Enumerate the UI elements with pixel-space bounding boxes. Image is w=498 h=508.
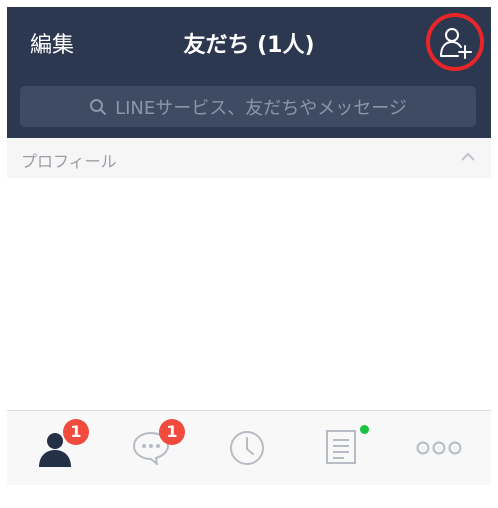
chevron-up-icon bbox=[461, 152, 475, 161]
more-icon bbox=[416, 441, 462, 455]
bottom-tab-bar: 1 1 bbox=[7, 410, 491, 485]
news-icon bbox=[326, 430, 356, 464]
profile-section-header[interactable]: プロフィール bbox=[7, 138, 491, 178]
tab-more[interactable] bbox=[402, 411, 472, 485]
timeline-clock-icon bbox=[230, 431, 264, 465]
search-icon bbox=[90, 98, 107, 115]
friends-badge: 1 bbox=[63, 419, 89, 445]
section-label: プロフィール bbox=[21, 152, 117, 171]
news-indicator-dot bbox=[360, 425, 369, 434]
tab-timeline[interactable] bbox=[212, 411, 282, 485]
add-friend-button[interactable] bbox=[426, 13, 484, 71]
search-placeholder: LINEサービス、友だちやメッセージ bbox=[115, 97, 407, 119]
search-input[interactable]: LINEサービス、友だちやメッセージ bbox=[20, 86, 476, 127]
top-header: 編集 友だち (1人) LINEサービス、友だちやメッセージ bbox=[7, 7, 491, 138]
page-title: 友だち (1人) bbox=[183, 33, 315, 58]
tab-news[interactable] bbox=[307, 411, 377, 485]
chat-badge: 1 bbox=[159, 419, 185, 445]
edit-button[interactable]: 編集 bbox=[30, 29, 74, 63]
tab-friends[interactable]: 1 bbox=[22, 411, 92, 485]
tab-chats[interactable]: 1 bbox=[117, 411, 187, 485]
add-friend-icon bbox=[440, 28, 472, 59]
